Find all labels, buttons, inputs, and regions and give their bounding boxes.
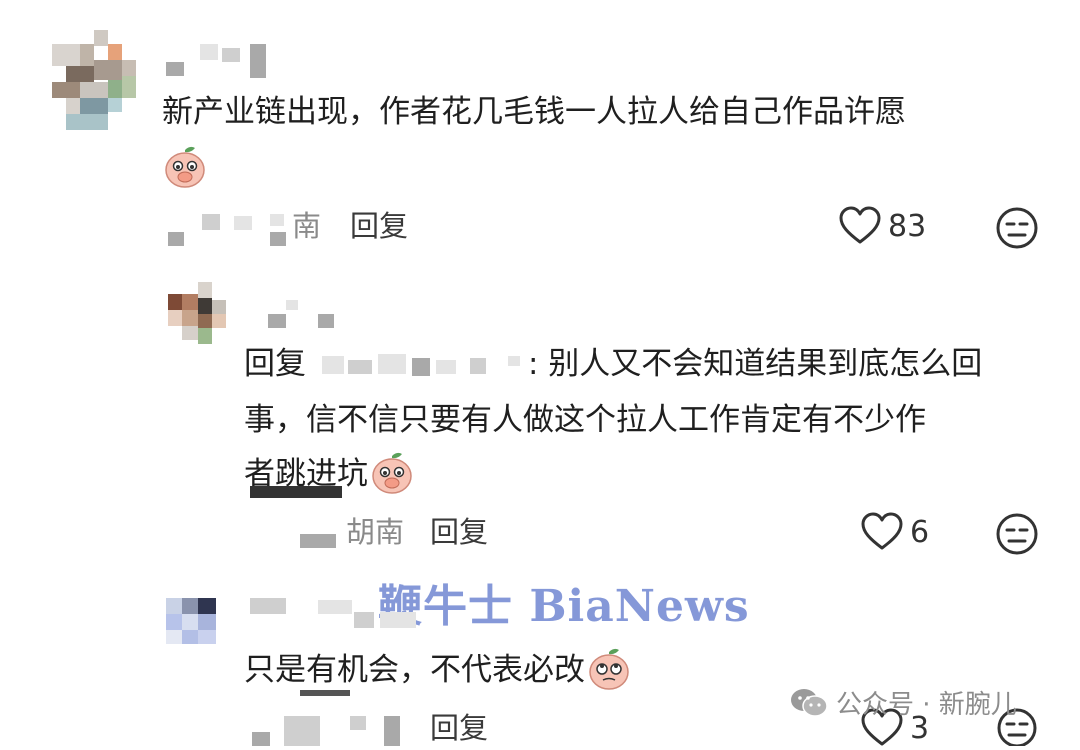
dislike-button[interactable] [995, 206, 1039, 254]
username-blurred[interactable] [250, 598, 430, 634]
emoji-peach-rolling-eyes [587, 646, 631, 694]
like-count: 83 [888, 208, 927, 244]
username-blurred[interactable] [266, 300, 346, 330]
reply-button[interactable]: 回复 [430, 512, 488, 552]
neutral-face-icon [996, 207, 1038, 249]
comment-text: : 别人又不会知道结果到底怎么回 [528, 346, 983, 382]
neutral-face-icon [996, 513, 1038, 555]
watermark: 鞭牛士 BiaNews [378, 581, 750, 632]
comment-text: 只是有机会，不代表必改 [244, 652, 585, 688]
heart-icon [861, 512, 903, 550]
like-button[interactable]: 83 [838, 206, 926, 246]
source-label: 公众号 · 新腕儿 [790, 684, 1017, 721]
emoji-peach-covering-mouth [370, 450, 414, 498]
meta-row [250, 712, 410, 746]
redaction-bar [250, 486, 342, 498]
dislike-button[interactable] [995, 512, 1039, 560]
username-blurred[interactable] [166, 44, 276, 80]
comment-text: 新产业链出现，作者花几毛钱一人拉人给自己作品许愿 [162, 94, 906, 130]
reply-prefix: 回复 [244, 346, 306, 382]
emoji-peach-covering-mouth [163, 144, 207, 192]
reply-button[interactable]: 回复 [430, 708, 488, 748]
location-text: 南 [292, 209, 322, 243]
meta-row [300, 528, 340, 552]
redaction-bar [300, 690, 350, 696]
location-text: 胡南 [346, 515, 405, 549]
avatar[interactable] [52, 30, 136, 130]
like-count: 6 [910, 514, 930, 550]
like-button[interactable]: 6 [860, 512, 929, 552]
comment-text: 事，信不信只要有人做这个拉人工作肯定有不少作 [244, 402, 926, 438]
avatar[interactable] [166, 598, 222, 646]
avatar[interactable] [168, 282, 236, 346]
source-text: 公众号 · 新腕儿 [836, 690, 1017, 720]
mention-blurred[interactable] [322, 350, 532, 380]
reply-button[interactable]: 回复 [350, 206, 408, 246]
wechat-icon [791, 688, 828, 717]
heart-icon [839, 206, 881, 244]
